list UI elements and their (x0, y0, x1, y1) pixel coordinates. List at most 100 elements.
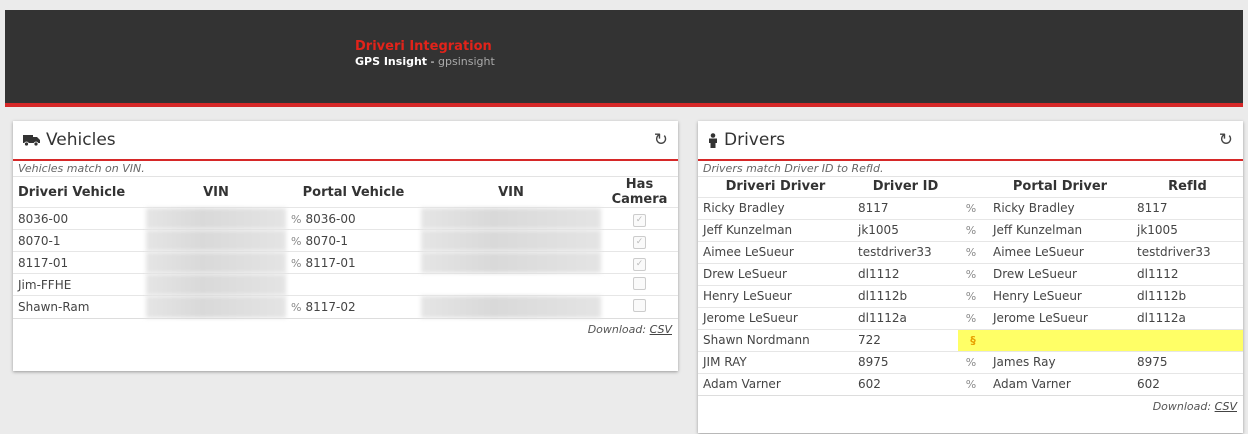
column-header: Driveri Vehicle (18, 184, 126, 200)
portal-vehicle-name: 8036-00 (305, 211, 356, 226)
column-header: Portal Vehicle (302, 184, 405, 200)
link-status-cell: % (958, 350, 988, 373)
refid-cell: 8117 (1132, 196, 1243, 219)
link-icon: % (291, 212, 302, 226)
column-header: VIN (203, 184, 229, 200)
link-icon[interactable]: % (966, 246, 976, 259)
refid-cell: 8975 (1132, 350, 1243, 373)
person-icon (708, 132, 718, 148)
link-icon[interactable]: % (966, 312, 976, 325)
has-camera-checkbox[interactable]: ✓ (633, 213, 646, 227)
link-status-cell: % (958, 306, 988, 329)
driveri-vehicle-cell: 8117-01 (13, 251, 146, 274)
table-row: Adam Varner 602% Adam Varner 602 (698, 372, 1243, 395)
table-row: 8036-00% 8036-00 ✓ (13, 207, 678, 230)
link-status-cell: % (958, 240, 988, 263)
column-header: RefId (1168, 179, 1207, 195)
vehicles-match-note: Vehicles match on VIN. (13, 161, 678, 177)
refresh-icon[interactable]: ↻ (1219, 130, 1233, 150)
portal-driver-cell: Drew LeSueur (988, 262, 1132, 285)
link-icon: % (291, 234, 302, 248)
driveri-driver-cell: Henry LeSueur (698, 284, 853, 307)
table-row: Shawn-Ram% 8117-02 (13, 295, 678, 318)
driver-id-cell: dl1112b (853, 284, 958, 307)
portal-driver-cell: Henry LeSueur (988, 284, 1132, 307)
truck-icon (23, 134, 40, 146)
drivers-panel-title: Drivers (724, 130, 786, 150)
has-camera-checkbox[interactable] (633, 298, 646, 312)
link-icon[interactable]: % (966, 378, 976, 391)
portal-driver-cell: James Ray (988, 350, 1132, 373)
has-camera-checkbox[interactable]: ✓ (633, 235, 646, 249)
vin-cell-redacted (146, 295, 286, 318)
driveri-driver-cell: Jeff Kunzelman (698, 218, 853, 241)
driveri-driver-cell: Shawn Nordmann (698, 328, 853, 351)
table-row: 8117-01 % 8117-01 ✓ (13, 251, 678, 274)
vehicles-table: Driveri Vehicle VIN Portal Vehicle VIN H… (13, 177, 678, 318)
table-row: Henry LeSueur dl1112b% Henry LeSueur dl1112… (698, 284, 1243, 307)
driver-id-cell: 722 (853, 328, 958, 351)
driver-id-cell: 8975 (853, 350, 958, 373)
portal-driver-cell: Jerome LeSueur (988, 306, 1132, 329)
vin-cell-redacted (146, 229, 286, 252)
table-row: Jeff Kunzelman jk1005% Jeff Kunzelman jk100… (698, 218, 1243, 241)
broken-link-icon[interactable]: § (970, 334, 976, 347)
vehicles-panel-title: Vehicles (46, 130, 116, 150)
refid-cell: dl1112a (1132, 306, 1243, 329)
driveri-driver-cell: Aimee LeSueur (698, 240, 853, 263)
link-icon[interactable]: % (966, 224, 976, 237)
table-row: Shawn Nordmann 722 § (698, 328, 1243, 351)
link-icon: % (291, 300, 302, 314)
download-label: Download: (1152, 400, 1212, 413)
driveri-vehicle-cell: Shawn-Ram (13, 295, 146, 318)
column-header: Driver ID (872, 179, 939, 195)
driveri-driver-cell: Drew LeSueur (698, 262, 853, 285)
portal-vehicle-cell: % 8036-00 (286, 207, 421, 230)
has-camera-checkbox[interactable]: ✓ (633, 257, 646, 271)
link-status-cell: § (958, 328, 988, 351)
refresh-icon[interactable]: ↻ (654, 130, 668, 150)
portal-vin-cell-redacted (421, 229, 601, 252)
portal-vin-cell-redacted (421, 207, 601, 230)
portal-vin-cell-redacted (421, 251, 601, 274)
has-camera-cell: ✓ (601, 229, 678, 252)
column-header (958, 177, 988, 197)
has-camera-checkbox[interactable] (633, 276, 646, 290)
download-csv-link[interactable]: CSV (650, 323, 672, 336)
drivers-table: Driveri Driver Driver ID Portal Driver R… (698, 177, 1243, 395)
portal-vehicle-cell (286, 273, 421, 296)
vehicles-panel: Vehicles ↻ Vehicles match on VIN. Driver… (13, 121, 678, 371)
portal-vin-cell-redacted (421, 295, 601, 318)
refid-cell: dl1112 (1132, 262, 1243, 285)
vin-cell-redacted (146, 207, 286, 230)
refid-cell: testdriver33 (1132, 240, 1243, 263)
column-header: Driveri Driver (725, 179, 826, 195)
link-icon[interactable]: % (966, 202, 976, 215)
link-icon: % (291, 256, 302, 270)
link-icon[interactable]: % (966, 356, 976, 369)
subtitle-separator: - (427, 55, 439, 68)
link-status-cell: % (958, 284, 988, 307)
column-header: Has Camera (611, 177, 668, 207)
driveri-driver-cell: Jerome LeSueur (698, 306, 853, 329)
brand: Driveri Integration GPS Insight - gpsins… (355, 39, 495, 69)
refid-cell (1132, 328, 1243, 351)
download-csv-link[interactable]: CSV (1215, 400, 1237, 413)
column-header: Portal Driver (1012, 179, 1108, 195)
has-camera-cell: ✓ (601, 207, 678, 230)
drivers-panel-header: Drivers ↻ (698, 121, 1243, 161)
portal-vehicle-cell: % 8117-02 (286, 295, 421, 318)
top-header-bar: Driveri Integration GPS Insight - gpsins… (5, 10, 1243, 107)
driveri-vehicle-cell: 8036-00 (13, 207, 146, 230)
driver-id-cell: dl1112 (853, 262, 958, 285)
has-camera-cell (601, 295, 678, 318)
portal-driver-cell: Adam Varner (988, 372, 1132, 395)
portal-driver-cell: Jeff Kunzelman (988, 218, 1132, 241)
driveri-vehicle-cell: 8070-1 (13, 229, 146, 252)
portal-vehicle-name: 8117-02 (305, 299, 356, 314)
portal-vehicle-cell: % 8117-01 (286, 251, 421, 274)
link-icon[interactable]: % (966, 268, 976, 281)
refid-cell: dl1112b (1132, 284, 1243, 307)
table-row: Aimee LeSueur testdriver33% Aimee LeSueur t… (698, 240, 1243, 263)
link-icon[interactable]: % (966, 290, 976, 303)
